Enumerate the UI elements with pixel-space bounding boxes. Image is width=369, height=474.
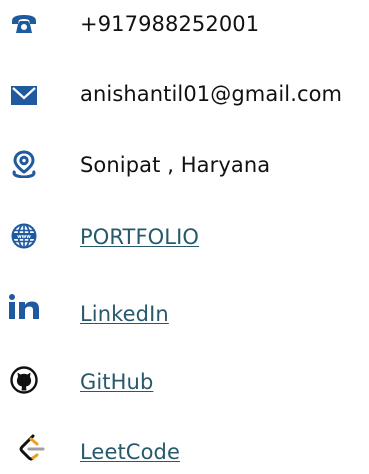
location-text: Sonipat , Haryana — [80, 153, 271, 177]
github-link[interactable]: GitHub — [80, 370, 153, 394]
svg-text:www: www — [17, 234, 31, 240]
phone-icon — [10, 9, 38, 37]
contact-list: +917988252001 anishantil01@gmail.com Son… — [0, 0, 369, 474]
contact-row-portfolio[interactable]: www PORTFOLIO — [0, 214, 369, 258]
contact-row-linkedin[interactable]: LinkedIn — [0, 290, 369, 334]
contact-row-phone: +917988252001 — [0, 3, 369, 47]
contact-row-email: anishantil01@gmail.com — [0, 73, 369, 117]
linkedin-link[interactable]: LinkedIn — [80, 302, 169, 326]
leetcode-link[interactable]: LeetCode — [80, 440, 180, 464]
linkedin-icon — [8, 292, 42, 320]
portfolio-link[interactable]: PORTFOLIO — [80, 225, 199, 249]
email-address: anishantil01@gmail.com — [80, 82, 343, 106]
contact-row-location: Sonipat , Haryana — [0, 144, 369, 188]
contact-row-leetcode[interactable]: LeetCode — [0, 428, 369, 472]
globe-icon: www — [10, 222, 38, 250]
github-icon — [10, 366, 38, 394]
phone-number: +917988252001 — [80, 12, 260, 36]
leetcode-icon — [17, 434, 45, 462]
mail-icon — [10, 82, 38, 110]
contact-row-github[interactable]: GitHub — [0, 359, 369, 403]
location-pin-icon — [10, 150, 38, 178]
